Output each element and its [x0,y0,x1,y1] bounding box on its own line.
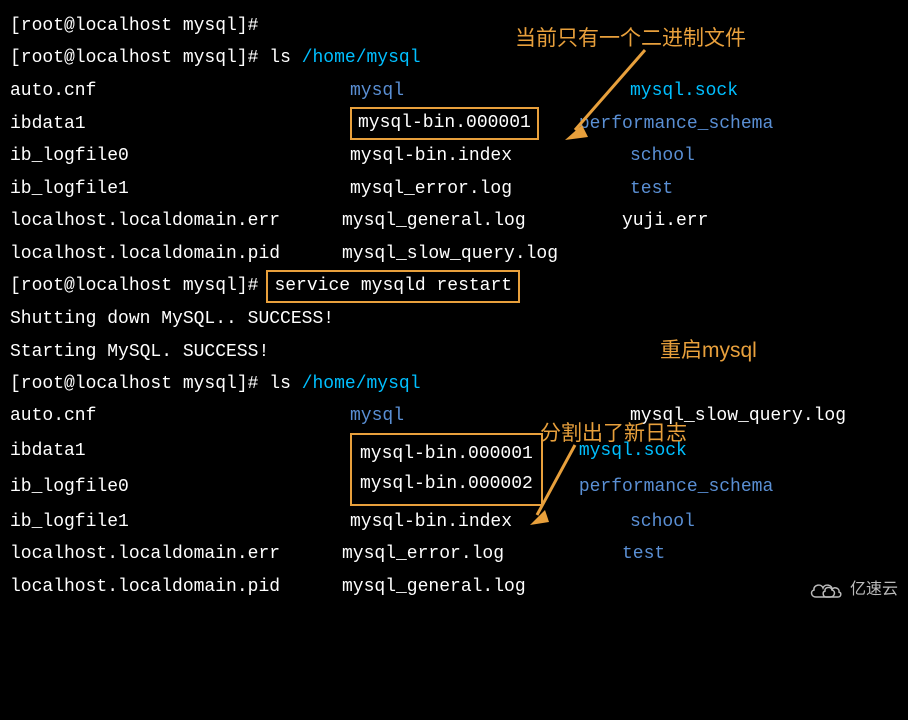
dir: performance_schema [579,108,898,140]
dir: school [630,140,898,172]
annotation-mid: 重启mysql [660,332,757,370]
watermark-text: 亿速云 [850,576,898,605]
listing1-row0: auto.cnf mysql mysql.sock [10,75,898,107]
dir: test [622,538,898,570]
file: auto.cnf [10,75,350,107]
cmd-ls: ls [269,374,291,394]
listing2-row0: auto.cnf mysql mysql_slow_query.log [10,400,898,432]
prompt-ls-line[interactable]: [root@localhost mysql]# ls /home/mysql [10,42,898,74]
file: localhost.localdomain.err [10,538,342,570]
path: /home/mysql [302,374,421,394]
box-bin-new: mysql-bin.000001 mysql-bin.000002 [350,433,543,506]
file: mysql_error.log [350,173,630,205]
file: mysql-bin.index [350,506,630,538]
dir: mysql [350,75,630,107]
starting-msg: Starting MySQL. SUCCESS! [10,336,898,368]
listing1-row5: localhost.localdomain.pid mysql_slow_que… [10,238,898,270]
file: localhost.localdomain.err [10,205,342,237]
file: mysql-bin.index [350,140,630,172]
watermark: 亿速云 [808,576,898,605]
prompt: [root@localhost mysql]# [10,48,258,68]
file: mysql-bin.000001 [360,439,533,470]
file: ib_logfile0 [10,471,350,503]
cloud-icon [808,581,844,601]
dir: performance_schema [579,471,898,503]
prompt-ls2-line[interactable]: [root@localhost mysql]# ls /home/mysql [10,368,898,400]
prompt: [root@localhost mysql]# [10,374,258,394]
file: ib_logfile1 [10,506,350,538]
file: ibdata1 [10,435,350,467]
path: /home/mysql [302,48,421,68]
file: ibdata1 [10,108,350,140]
listing2-row3: ib_logfile1 mysql-bin.index school [10,506,898,538]
restart-line[interactable]: [root@localhost mysql]# service mysqld r… [10,270,898,303]
prompt: [root@localhost mysql]# [10,16,258,36]
file: mysql_slow_query.log [342,238,622,270]
file: mysql_error.log [342,538,622,570]
box-restart-cmd: service mysqld restart [266,270,520,303]
listing1-row2: ib_logfile0 mysql-bin.index school [10,140,898,172]
listing1-row1: ibdata1 mysql-bin.000001 performance_sch… [10,107,898,140]
terminal[interactable]: [root@localhost mysql]# [root@localhost … [10,10,898,603]
dir: test [630,173,898,205]
file: yuji.err [622,205,898,237]
file: mysql.sock [630,75,898,107]
dir: school [630,506,898,538]
annotation-top: 当前只有一个二进制文件 [515,20,746,58]
file: ib_logfile1 [10,173,350,205]
file: localhost.localdomain.pid [10,238,342,270]
box-bin1: mysql-bin.000001 [350,107,539,140]
file: ib_logfile0 [10,140,350,172]
prompt: [root@localhost mysql]# [10,270,258,302]
shutdown-msg: Shutting down MySQL.. SUCCESS! [10,303,898,335]
listing1-row4: localhost.localdomain.err mysql_general.… [10,205,898,237]
file: mysql-bin.000002 [360,469,533,500]
cmd-ls: ls [269,48,291,68]
file: localhost.localdomain.pid [10,571,342,603]
listing1-row3: ib_logfile1 mysql_error.log test [10,173,898,205]
listing2-row5: localhost.localdomain.pid mysql_general.… [10,571,898,603]
file: mysql_general.log [342,571,622,603]
listing2-row1-2: ibdata1 ib_logfile0 mysql-bin.000001 mys… [10,433,898,506]
file: auto.cnf [10,400,350,432]
annotation-bot: 分割出了新日志 [540,415,687,453]
listing2-row4: localhost.localdomain.err mysql_error.lo… [10,538,898,570]
file: mysql_general.log [342,205,622,237]
prompt-line[interactable]: [root@localhost mysql]# [10,10,898,42]
